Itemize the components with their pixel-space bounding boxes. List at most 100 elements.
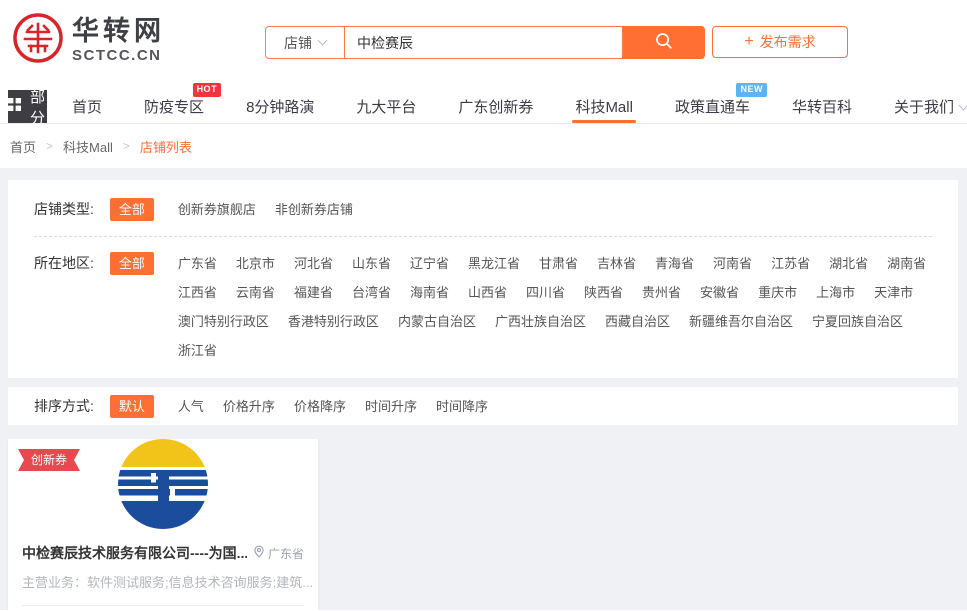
breadcrumb-item[interactable]: 科技Mall: [63, 137, 113, 156]
nav-item-label: 关于我们: [894, 96, 954, 117]
filter-panel: 店铺类型: 全部 创新券旗舰店非创新券店铺 所在地区: 全部 广东省北京市河北省…: [8, 180, 958, 378]
nav-item-label: 防疫专区: [144, 96, 204, 117]
store-title: 中检赛辰技术服务有限公司----为国...: [22, 543, 247, 563]
search-icon: [654, 31, 674, 54]
shop-type-options: 创新券旗舰店非创新券店铺: [178, 198, 353, 221]
site-header: 华转网 SCTCC.CN 店铺 + 发布需求: [0, 0, 967, 90]
region-option[interactable]: 天津市: [874, 281, 913, 304]
region-option[interactable]: 河北省: [294, 252, 333, 275]
grid-icon: [8, 98, 21, 115]
nav-item[interactable]: 广东创新券: [458, 90, 533, 123]
nav-item[interactable]: 8分钟路演: [246, 90, 314, 123]
region-option[interactable]: 江苏省: [771, 252, 810, 275]
shop-type-option[interactable]: 非创新券店铺: [275, 198, 353, 221]
chevron-down-icon: [318, 36, 328, 46]
region-option[interactable]: 山东省: [352, 252, 391, 275]
region-option[interactable]: 四川省: [526, 281, 565, 304]
region-option[interactable]: 辽宁省: [410, 252, 449, 275]
region-option[interactable]: 西藏自治区: [605, 310, 670, 333]
nav-item-label: 九大平台: [356, 96, 416, 117]
region-option[interactable]: 北京市: [236, 252, 275, 275]
nav-item[interactable]: 华转百科: [792, 90, 852, 123]
region-option[interactable]: 上海市: [816, 281, 855, 304]
shop-type-option[interactable]: 创新券旗舰店: [178, 198, 256, 221]
breadcrumb-separator: >: [123, 139, 130, 153]
breadcrumb-separator: >: [46, 139, 53, 153]
region-option[interactable]: 澳门特别行政区: [178, 310, 269, 333]
breadcrumb-item[interactable]: 首页: [10, 137, 36, 156]
sort-label: 排序方式:: [34, 396, 94, 416]
region-option[interactable]: 陕西省: [584, 281, 623, 304]
nav-item[interactable]: 防疫专区HOT: [144, 90, 204, 123]
search-input[interactable]: [345, 26, 623, 59]
region-option[interactable]: 江西省: [178, 281, 217, 304]
nav-item-label: 广东创新券: [458, 96, 533, 117]
nav-item[interactable]: 首页: [72, 90, 102, 123]
sort-option[interactable]: 时间降序: [436, 395, 488, 418]
sort-option[interactable]: 价格升序: [223, 395, 275, 418]
page: 华转网 SCTCC.CN 店铺 + 发布需求: [0, 0, 967, 611]
region-options: 广东省北京市河北省山东省辽宁省黑龙江省甘肃省吉林省青海省河南省江苏省湖北省湖南省…: [178, 252, 932, 362]
breadcrumb: 首页 > 科技Mall > 店铺列表: [0, 124, 967, 168]
location-pin-icon: [253, 545, 265, 561]
sort-option-selected[interactable]: 默认: [110, 395, 154, 418]
brand-logo[interactable]: 华转网 SCTCC.CN: [12, 12, 165, 69]
region-option[interactable]: 黑龙江省: [468, 252, 520, 275]
breadcrumb-item[interactable]: 店铺列表: [140, 137, 192, 156]
region-option[interactable]: 海南省: [410, 281, 449, 304]
region-option[interactable]: 贵州省: [642, 281, 681, 304]
region-option[interactable]: 福建省: [294, 281, 333, 304]
nav-item[interactable]: 政策直通车NEW: [675, 90, 750, 123]
content-area: 店铺类型: 全部 创新券旗舰店非创新券店铺 所在地区: 全部 广东省北京市河北省…: [0, 168, 967, 610]
region-option[interactable]: 浙江省: [178, 339, 217, 362]
region-option[interactable]: 宁夏回族自治区: [812, 310, 903, 333]
divider: [34, 236, 932, 237]
region-option[interactable]: 台湾省: [352, 281, 391, 304]
region-option[interactable]: 广西壮族自治区: [495, 310, 586, 333]
nav-item-label: 8分钟路演: [246, 96, 314, 117]
search-bar: 店铺: [265, 26, 705, 59]
nav-item[interactable]: 关于我们: [894, 90, 967, 123]
region-option[interactable]: 云南省: [236, 281, 275, 304]
region-filter-row: 所在地区: 全部 广东省北京市河北省山东省辽宁省黑龙江省甘肃省吉林省青海省河南省…: [34, 252, 932, 362]
all-categories-button[interactable]: 全部分类: [8, 90, 47, 123]
region-option[interactable]: 河南省: [713, 252, 752, 275]
brand-text: 华转网 SCTCC.CN: [72, 17, 165, 64]
sort-option[interactable]: 人气: [178, 395, 204, 418]
divider: [22, 605, 304, 606]
store-card[interactable]: 创新券: [8, 439, 318, 611]
shop-type-option-selected[interactable]: 全部: [110, 198, 154, 221]
region-option[interactable]: 山西省: [468, 281, 507, 304]
shop-type-filter-label: 店铺类型:: [34, 198, 94, 221]
region-option[interactable]: 甘肃省: [539, 252, 578, 275]
region-option[interactable]: 吉林省: [597, 252, 636, 275]
search-category-select[interactable]: 店铺: [265, 26, 345, 59]
main-nav: 全部分类 首页 防疫专区HOT 8分钟路演 九大平台 广东创新券 科技Mall 政策直通车N…: [0, 90, 967, 124]
region-option-selected[interactable]: 全部: [110, 252, 154, 275]
nav-item[interactable]: 科技Mall: [575, 90, 633, 123]
region-option[interactable]: 广东省: [178, 252, 217, 275]
hot-badge: HOT: [193, 83, 222, 97]
nav-item-label: 政策直通车: [675, 96, 750, 117]
nav-item-label: 首页: [72, 96, 102, 117]
region-option[interactable]: 重庆市: [758, 281, 797, 304]
nav-item[interactable]: 九大平台: [356, 90, 416, 123]
brand-name: 华转网: [72, 17, 165, 47]
region-option[interactable]: 湖北省: [829, 252, 868, 275]
region-option[interactable]: 香港特别行政区: [288, 310, 379, 333]
new-badge: NEW: [736, 83, 767, 97]
store-location-label: 广东省: [268, 545, 304, 562]
store-location: 广东省: [253, 545, 304, 562]
sort-option[interactable]: 时间升序: [365, 395, 417, 418]
search-button[interactable]: [623, 26, 705, 59]
region-option[interactable]: 内蒙古自治区: [398, 310, 476, 333]
region-option[interactable]: 青海省: [655, 252, 694, 275]
region-option[interactable]: 安徽省: [700, 281, 739, 304]
sort-option[interactable]: 价格降序: [294, 395, 346, 418]
region-option[interactable]: 湖南省: [887, 252, 926, 275]
coupon-ribbon-badge: 创新券: [18, 449, 80, 471]
publish-demand-label: 发布需求: [760, 32, 816, 52]
publish-demand-button[interactable]: + 发布需求: [712, 26, 848, 58]
region-option[interactable]: 新疆维吾尔自治区: [689, 310, 793, 333]
nav-item-label: 华转百科: [792, 96, 852, 117]
